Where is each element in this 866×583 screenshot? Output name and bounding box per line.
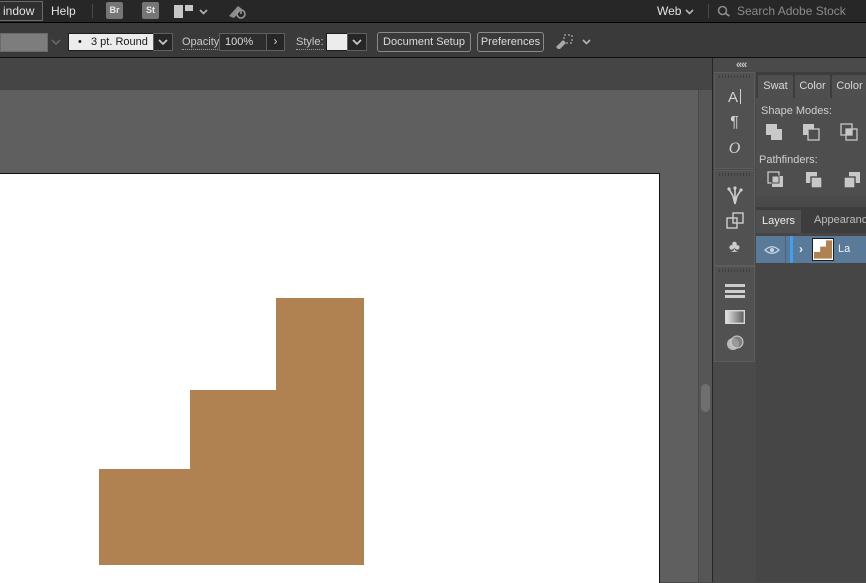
layer-expand-chevron-icon[interactable]: ›: [799, 236, 803, 263]
tab-color-guide[interactable]: Color: [832, 75, 866, 98]
shape-mode-intersect-icon[interactable]: [837, 122, 861, 142]
search-input[interactable]: Search Adobe Stock: [737, 0, 846, 22]
visibility-eye-icon[interactable]: [764, 245, 780, 255]
tab-swatches[interactable]: Swat: [758, 75, 793, 98]
pathfinder-divide-icon[interactable]: [764, 170, 788, 190]
tab-layers[interactable]: Layers: [756, 210, 801, 233]
panel-grip[interactable]: [719, 269, 750, 272]
pathfinder-panel-icon[interactable]: [715, 208, 754, 234]
collapse-panels-icon[interactable]: ««: [736, 59, 746, 71]
icon-strip-group-type: A ¶ O: [714, 72, 755, 169]
layer-column-divider: [785, 236, 786, 263]
pathfinder-tab-bar: Swat Color Color: [756, 72, 866, 98]
pathfinder-merge-icon[interactable]: [840, 170, 864, 190]
layer-row[interactable]: › La: [756, 236, 866, 263]
shape-mode-unite-icon[interactable]: [762, 122, 786, 142]
panel-grip[interactable]: [719, 75, 750, 78]
shape-mode-minus-front-icon[interactable]: [799, 122, 823, 142]
layer-name: La: [838, 236, 850, 263]
layer-thumbnail-shape: [814, 240, 832, 258]
gradient-panel-icon[interactable]: [715, 304, 754, 330]
canvas-artwork[interactable]: [0, 0, 698, 582]
layer-thumbnail[interactable]: [812, 238, 834, 261]
layers-tab-bar: Layers Appearance: [756, 207, 866, 233]
search-icon[interactable]: [717, 5, 731, 18]
tab-appearance[interactable]: Appearance: [814, 207, 866, 233]
layers-panel-body: › La: [756, 233, 866, 582]
staircase-shape[interactable]: [99, 298, 364, 565]
pathfinders-label: Pathfinders:: [759, 154, 818, 166]
character-panel-icon[interactable]: A: [715, 84, 754, 110]
scrollbar-thumb[interactable]: [701, 384, 710, 412]
icon-strip-group-objects: ♣: [714, 170, 755, 266]
icon-strip-group-appearance: [714, 266, 755, 362]
paragraph-panel-icon[interactable]: ¶: [715, 110, 754, 136]
tab-color[interactable]: Color: [795, 75, 830, 98]
opentype-panel-icon[interactable]: O: [715, 136, 754, 162]
transparency-panel-icon[interactable]: [715, 330, 754, 356]
panel-grip[interactable]: [719, 173, 750, 176]
symbols-panel-icon[interactable]: ♣: [715, 234, 754, 260]
pathfinder-trim-icon[interactable]: [802, 170, 826, 190]
panel-dock: «« A ¶ O ♣: [712, 58, 866, 582]
layer-selection-bar: [790, 236, 793, 263]
brushes-panel-icon[interactable]: [715, 182, 754, 208]
search-divider: [708, 4, 709, 18]
stroke-panel-icon[interactable]: [715, 278, 754, 304]
pathfinder-panel: Shape Modes: Pathfinders:: [756, 98, 866, 196]
shape-modes-label: Shape Modes:: [761, 105, 832, 117]
